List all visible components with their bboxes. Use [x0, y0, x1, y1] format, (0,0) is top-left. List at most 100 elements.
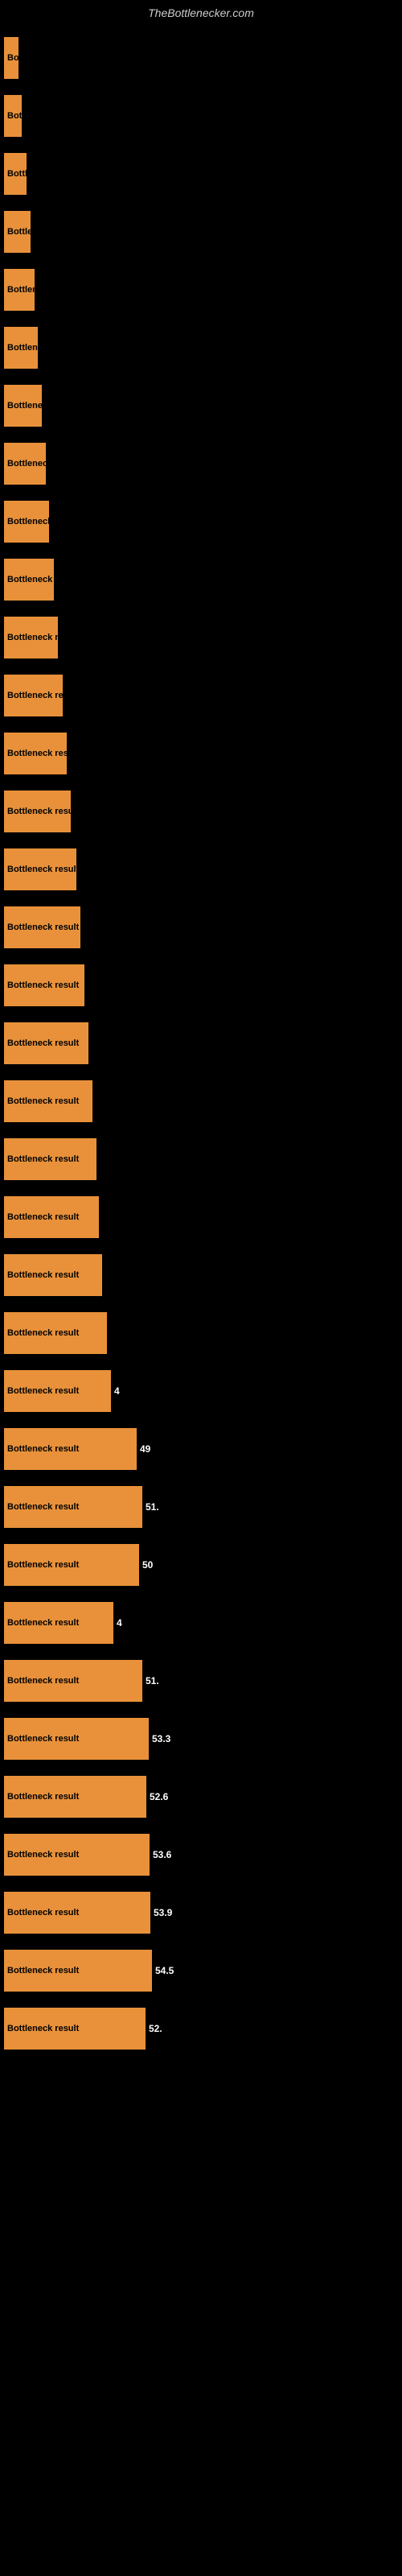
- bar: Bottleneck r: [4, 37, 18, 79]
- bar-value: 49: [140, 1443, 150, 1455]
- bar-label: Bottleneck result: [7, 1096, 79, 1106]
- bar-row: Bottleneck r: [4, 89, 394, 143]
- bar-row: Bottleneck res: [4, 610, 394, 665]
- bar-row: Bottleneck result: [4, 1248, 394, 1302]
- bar-row: Bottleneck re: [4, 494, 394, 549]
- bar-label: Bottleneck result: [7, 1328, 79, 1338]
- bar-label: Bottleneck result: [7, 1908, 79, 1918]
- bar-label: Bottleneck re: [7, 401, 64, 411]
- bar: Bottleneck result: [4, 1428, 137, 1470]
- bar-label: Bottleneck resu: [7, 807, 74, 816]
- bar-value: 53.6: [153, 1849, 171, 1860]
- bar-row: Bottleneck r: [4, 31, 394, 85]
- bar-label: Bottleneck r: [7, 111, 59, 121]
- bar: Bottleneck result: [4, 1950, 152, 1992]
- bar-row: Bottleneck resu: [4, 668, 394, 723]
- chart-container: Bottleneck rBottleneck rBottleneck reBot…: [0, 23, 402, 2067]
- bar-label: Bottleneck re: [7, 227, 64, 237]
- bar-row: Bottleneck re: [4, 147, 394, 201]
- bar-row: Bottleneck result: [4, 1074, 394, 1129]
- bar-label: Bottleneck re: [7, 169, 64, 179]
- bar-label: Bottleneck result: [7, 1502, 79, 1512]
- bar-label: Bottleneck resu: [7, 691, 74, 700]
- bar-row: Bottleneck resu: [4, 726, 394, 781]
- site-title: TheBottlenecker.com: [0, 0, 402, 23]
- bar-row: Bottleneck result51.: [4, 1480, 394, 1534]
- bar-row: Bottleneck result: [4, 900, 394, 955]
- bar-row: Bottleneck result50: [4, 1538, 394, 1592]
- bar-row: Bottleneck result53.3: [4, 1711, 394, 1766]
- bar: Bottleneck result: [4, 1834, 150, 1876]
- bar-label: Bottleneck re: [7, 285, 64, 295]
- bar-row: Bottleneck result: [4, 842, 394, 897]
- bar: Bottleneck result: [4, 1602, 113, 1644]
- bar: Bottleneck result: [4, 1718, 149, 1760]
- bar-label: Bottleneck result: [7, 1560, 79, 1570]
- bar-row: Bottleneck re: [4, 378, 394, 433]
- bar: Bottleneck re: [4, 153, 27, 195]
- bar: Bottleneck re: [4, 211, 31, 253]
- bar: Bottleneck re: [4, 269, 35, 311]
- bar-row: Bottleneck result51.: [4, 1653, 394, 1708]
- bar-label: Bottleneck re: [7, 343, 64, 353]
- bar: Bottleneck result: [4, 1544, 139, 1586]
- bar: Bottleneck result: [4, 1660, 142, 1702]
- bar-label: Bottleneck result: [7, 1676, 79, 1686]
- bar: Bottleneck result: [4, 1776, 146, 1818]
- bar: Bottleneck result: [4, 1080, 92, 1122]
- bar-label: Bottleneck result: [7, 1444, 79, 1454]
- bar: Bottleneck result: [4, 1196, 99, 1238]
- bar-row: Bottleneck result: [4, 1190, 394, 1245]
- bar-value: 52.: [149, 2023, 162, 2034]
- bar-row: Bottleneck result: [4, 1016, 394, 1071]
- bar: Bottleneck re: [4, 501, 49, 543]
- bar: Bottleneck result: [4, 906, 80, 948]
- bar-row: Bottleneck result53.6: [4, 1827, 394, 1882]
- bar: Bottleneck result: [4, 1370, 111, 1412]
- bar-label: Bottleneck result: [7, 1792, 79, 1802]
- bar-row: Bottleneck result4: [4, 1364, 394, 1418]
- bar: Bottleneck r: [4, 95, 22, 137]
- bar-label: Bottleneck result: [7, 923, 79, 932]
- bar-label: Bottleneck result: [7, 1966, 79, 1975]
- bar-row: Bottleneck re: [4, 320, 394, 375]
- bar-label: Bottleneck result: [7, 1212, 79, 1222]
- bar-label: Bottleneck result: [7, 1734, 79, 1744]
- bar-row: Bottleneck result 49: [4, 1422, 394, 1476]
- bar-label: Bottleneck re: [7, 459, 64, 469]
- bar-row: Bottleneck result: [4, 1306, 394, 1360]
- bar-label: Bottleneck res: [7, 633, 68, 642]
- bar: Bottleneck re: [4, 385, 42, 427]
- bar-value: 4: [114, 1385, 120, 1397]
- bar: Bottleneck resu: [4, 675, 63, 716]
- bar-value: 52.6: [150, 1791, 168, 1802]
- bar: Bottleneck result: [4, 1022, 88, 1064]
- bar-label: Bottleneck resu: [7, 749, 74, 758]
- bar: Bottleneck result: [4, 848, 76, 890]
- bar: Bottleneck re: [4, 443, 46, 485]
- bar-label: Bottleneck result: [7, 1618, 79, 1628]
- bar: Bottleneck res: [4, 617, 58, 658]
- bar: Bottleneck result: [4, 1138, 96, 1180]
- bar-label: Bottleneck result: [7, 2024, 79, 2033]
- bar-row: Bottleneck result54.5: [4, 1943, 394, 1998]
- bar-row: Bottleneck result4: [4, 1596, 394, 1650]
- bar-label: Bottleneck re: [7, 517, 64, 526]
- bar-row: Bottleneck result 52.6: [4, 1769, 394, 1824]
- bar-label: Bottleneck res: [7, 575, 68, 584]
- bar-row: Bottleneck re: [4, 436, 394, 491]
- bar: Bottleneck result: [4, 1254, 102, 1296]
- bar-label: Bottleneck result: [7, 1154, 79, 1164]
- bar-label: Bottleneck r: [7, 53, 59, 63]
- bar: Bottleneck re: [4, 327, 38, 369]
- bar: Bottleneck resu: [4, 791, 71, 832]
- bar: Bottleneck resu: [4, 733, 67, 774]
- bar-label: Bottleneck result: [7, 980, 79, 990]
- bar-row: Bottleneck result 53.9: [4, 1885, 394, 1940]
- bar-label: Bottleneck result: [7, 1270, 79, 1280]
- bar-value: 53.9: [154, 1907, 172, 1918]
- bar: Bottleneck result: [4, 1486, 142, 1528]
- bar-row: Bottleneck result 52.: [4, 2001, 394, 2056]
- bar-row: Bottleneck re: [4, 204, 394, 259]
- bar-label: Bottleneck result: [7, 865, 79, 874]
